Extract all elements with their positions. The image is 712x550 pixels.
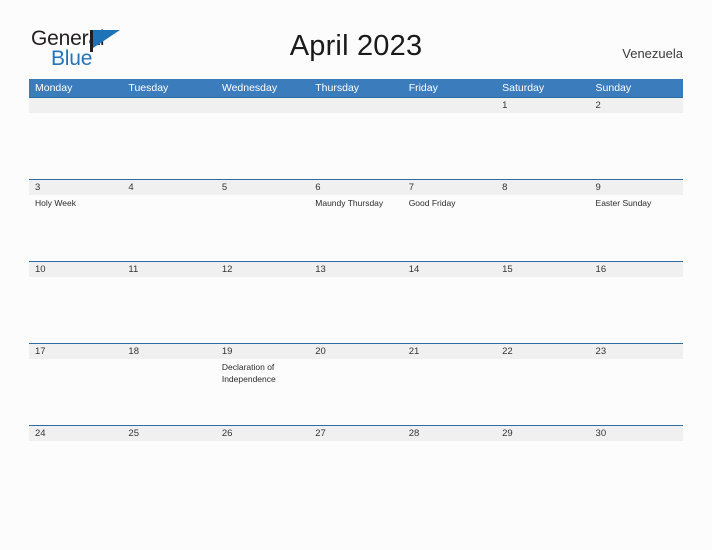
day-event[interactable] [29, 113, 122, 179]
day-event[interactable] [496, 359, 589, 425]
week-event-band: Declaration of Independence [29, 359, 683, 425]
day-event[interactable] [403, 441, 496, 489]
day-event[interactable] [29, 441, 122, 489]
day-number[interactable]: 28 [403, 426, 496, 441]
day-event[interactable] [216, 441, 309, 489]
day-number[interactable]: 14 [403, 262, 496, 277]
week-event-band [29, 277, 683, 343]
weekday-header-friday: Friday [408, 82, 438, 94]
week-date-band: 3 4 5 6 7 8 9 [29, 179, 683, 195]
day-event[interactable] [403, 113, 496, 179]
day-event[interactable] [216, 195, 309, 261]
day-number[interactable]: 4 [122, 180, 215, 195]
day-number[interactable]: 19 [216, 344, 309, 359]
day-event[interactable] [403, 359, 496, 425]
day-number[interactable]: 3 [29, 180, 122, 195]
day-event[interactable] [496, 195, 589, 261]
weekday-header-saturday: Saturday [502, 82, 545, 94]
day-event[interactable] [403, 277, 496, 343]
day-number[interactable]: 22 [496, 344, 589, 359]
day-number[interactable]: 6 [309, 180, 402, 195]
week-date-band: 24 25 26 27 28 29 30 [29, 425, 683, 441]
calendar-week-row: 3 4 5 6 7 8 9 Holy Week Maundy Thursday … [29, 179, 683, 261]
day-event[interactable] [309, 277, 402, 343]
day-number[interactable] [309, 98, 402, 113]
weekday-header-thursday: Thursday [315, 82, 360, 94]
calendar-grid: Monday Tuesday Wednesday Thursday Friday… [29, 79, 683, 489]
day-number[interactable]: 18 [122, 344, 215, 359]
day-event[interactable] [122, 441, 215, 489]
weekday-header-row: Monday Tuesday Wednesday Thursday Friday… [29, 79, 683, 97]
day-number[interactable]: 23 [590, 344, 683, 359]
day-number[interactable]: 17 [29, 344, 122, 359]
week-date-band: 1 2 [29, 97, 683, 113]
page-title: April 2023 [289, 30, 423, 62]
day-event[interactable] [309, 113, 402, 179]
day-number[interactable]: 25 [122, 426, 215, 441]
day-event[interactable] [496, 277, 589, 343]
day-event[interactable] [496, 113, 589, 179]
day-number[interactable] [216, 98, 309, 113]
day-number[interactable]: 5 [216, 180, 309, 195]
week-event-band [29, 113, 683, 179]
country-label: Venezuela [622, 46, 683, 61]
day-number[interactable] [122, 98, 215, 113]
day-event[interactable] [122, 195, 215, 261]
day-event[interactable]: Declaration of Independence [216, 359, 309, 425]
day-event[interactable] [590, 441, 683, 489]
day-number[interactable]: 11 [122, 262, 215, 277]
day-event[interactable] [309, 359, 402, 425]
day-number[interactable] [29, 98, 122, 113]
day-event[interactable] [590, 113, 683, 179]
day-event[interactable] [29, 277, 122, 343]
day-number[interactable] [403, 98, 496, 113]
day-number[interactable]: 21 [403, 344, 496, 359]
week-date-band: 17 18 19 20 21 22 23 [29, 343, 683, 359]
weekday-header-monday: Monday [35, 82, 73, 94]
day-event[interactable]: Good Friday [403, 195, 496, 261]
week-event-band [29, 441, 683, 489]
day-number[interactable]: 1 [496, 98, 589, 113]
day-event[interactable]: Easter Sunday [590, 195, 683, 261]
calendar-week-row: 17 18 19 20 21 22 23 Declaration of Inde… [29, 343, 683, 425]
week-date-band: 10 11 12 13 14 15 16 [29, 261, 683, 277]
day-number[interactable]: 13 [309, 262, 402, 277]
day-number[interactable]: 30 [590, 426, 683, 441]
day-number[interactable]: 8 [496, 180, 589, 195]
day-event[interactable] [309, 441, 402, 489]
day-event[interactable] [216, 277, 309, 343]
day-number[interactable]: 24 [29, 426, 122, 441]
day-number[interactable]: 15 [496, 262, 589, 277]
calendar-week-row: 24 25 26 27 28 29 30 [29, 425, 683, 489]
week-event-band: Holy Week Maundy Thursday Good Friday Ea… [29, 195, 683, 261]
day-event[interactable] [29, 359, 122, 425]
day-event[interactable] [590, 277, 683, 343]
day-number[interactable]: 26 [216, 426, 309, 441]
day-event[interactable] [122, 113, 215, 179]
page-header: General Blue April 2023 Venezuela [0, 0, 712, 78]
weekday-header-tuesday: Tuesday [128, 82, 169, 94]
calendar-week-row: 10 11 12 13 14 15 16 [29, 261, 683, 343]
day-number[interactable]: 27 [309, 426, 402, 441]
day-number[interactable]: 10 [29, 262, 122, 277]
day-event[interactable] [496, 441, 589, 489]
day-number[interactable]: 7 [403, 180, 496, 195]
day-number[interactable]: 20 [309, 344, 402, 359]
day-number[interactable]: 9 [590, 180, 683, 195]
day-event[interactable]: Holy Week [29, 195, 122, 261]
calendar-week-row: 1 2 [29, 97, 683, 179]
weekday-header-wednesday: Wednesday [221, 82, 278, 94]
day-event[interactable] [216, 113, 309, 179]
day-number[interactable]: 2 [590, 98, 683, 113]
day-event[interactable] [122, 277, 215, 343]
day-number[interactable]: 16 [590, 262, 683, 277]
day-event[interactable] [122, 359, 215, 425]
weekday-header-sunday: Sunday [595, 82, 632, 94]
day-event[interactable] [590, 359, 683, 425]
day-number[interactable]: 12 [216, 262, 309, 277]
day-event[interactable]: Maundy Thursday [309, 195, 402, 261]
day-number[interactable]: 29 [496, 426, 589, 441]
